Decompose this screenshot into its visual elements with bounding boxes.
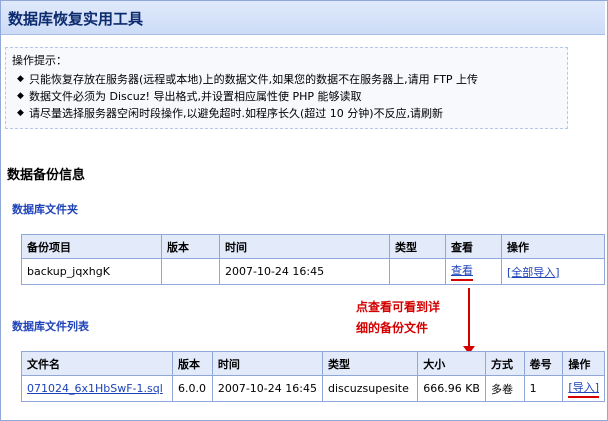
column-header: 方式 [484,351,525,376]
column-header: 卷号 [523,351,564,376]
column-header: 时间 [219,234,390,259]
type-cell: discuzsupesite [321,375,419,402]
annotation-arrow-line [468,288,470,348]
tip-item: ◆ 只能恢复存放在服务器(远程或本地)上的数据文件,如果您的数据不在服务器上,请用… [17,73,479,86]
sql-file-link[interactable]: 071024_6x1HbSwF-1.sql [27,382,163,395]
diamond-bullet-icon: ◆ [17,91,24,101]
column-header: 大小 [417,351,486,376]
time-cell: 2007-10-24 16:45 [219,258,390,285]
column-header: 文件名 [20,351,174,376]
diamond-bullet-icon: ◆ [17,74,24,84]
column-header: 版本 [161,234,220,259]
action-cell: [导入] [562,375,605,402]
table-header-row: 备份项目 版本 时间 类型 查看 操作 [21,234,605,259]
backup-info-title: 数据备份信息 [7,168,86,183]
file-list-section-title: 数据库文件列表 [12,320,89,333]
table-header-row: 文件名 版本 时间 类型 大小 方式 卷号 操作 [20,351,605,376]
view-underline: 查看 [451,262,473,281]
column-header: 类型 [389,234,446,259]
table-row: backup_jqxhgK 2007-10-24 16:45 查看 [全部导入] [21,258,605,285]
folder-section-title: 数据库文件夹 [12,203,78,216]
tips-list: ◆ 只能恢复存放在服务器(远程或本地)上的数据文件,如果您的数据不在服务器上,请用… [12,71,561,122]
column-header: 类型 [321,351,419,376]
tip-item: ◆ 请尽量选择服务器空闲时段操作,以避免超时.如程序长久(超过 10 分钟)不反应… [17,107,444,120]
table-row: 071024_6x1HbSwF-1.sql 6.0.0 2007-10-24 1… [20,375,605,402]
time-cell: 2007-10-24 16:45 [211,375,323,402]
tips-box: 操作提示： ◆ 只能恢复存放在服务器(远程或本地)上的数据文件,如果您的数据不在服… [5,47,568,129]
import-all-link[interactable]: [全部导入] [507,266,560,279]
column-header: 版本 [172,351,213,376]
mode-cell: 多卷 [484,375,525,402]
import-underline: [导入] [568,379,599,398]
column-header: 时间 [211,351,323,376]
size-cell: 666.96 KB [417,375,486,402]
column-header: 操作 [501,234,605,259]
column-header: 操作 [562,351,605,376]
view-link[interactable]: 查看 [451,264,473,277]
file-list-table: 文件名 版本 时间 类型 大小 方式 卷号 操作 071024_6x1HbSwF… [20,351,605,402]
import-link[interactable]: [导入] [568,381,599,394]
callout-line: 点查看可看到详 [356,300,441,314]
action-cell: [全部导入] [501,258,605,285]
filename-cell: 071024_6x1HbSwF-1.sql [20,375,174,402]
tip-item: ◆ 数据文件必须为 Discuz! 导出格式,并设置相应属性使 PHP 能够读取 [17,90,362,103]
column-header: 备份项目 [21,234,162,259]
column-header: 查看 [445,234,502,259]
callout-line: 细的备份文件 [356,321,429,335]
tips-title: 操作提示： [12,54,67,67]
version-cell: 6.0.0 [172,375,213,402]
backup-name-cell: backup_jqxhgK [21,258,162,285]
volume-cell: 1 [523,375,564,402]
page-header: 数据库恢复实用工具 [1,1,605,35]
folder-table: 备份项目 版本 时间 类型 查看 操作 backup_jqxhgK 2007-1… [21,234,605,285]
version-cell [161,258,220,285]
view-cell: 查看 [445,258,502,285]
type-cell [389,258,446,285]
diamond-bullet-icon: ◆ [17,108,24,118]
annotation-callout: 点查看可看到详 细的备份文件 [356,297,468,339]
page-title: 数据库恢复实用工具 [8,10,144,28]
